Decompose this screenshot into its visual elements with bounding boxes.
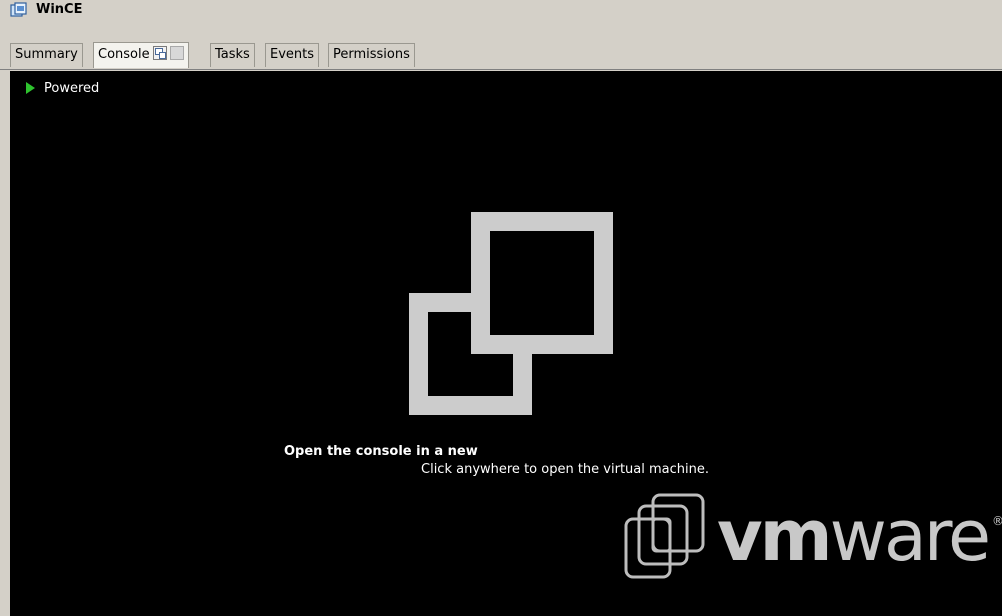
console-heading: Open the console in a new (284, 444, 478, 459)
power-status: Powered (26, 81, 99, 97)
tab-summary[interactable]: Summary (10, 43, 83, 67)
console-area[interactable]: Powered Open the console in a new Click … (10, 71, 1002, 616)
virtual-machine-icon (10, 2, 27, 17)
vmware-wordmark: vmware ® (717, 496, 1002, 576)
tab-console[interactable]: Console (93, 42, 189, 68)
tab-console-label: Console (98, 47, 150, 62)
vmware-mark-icon (624, 493, 705, 579)
play-icon (26, 81, 35, 94)
window-title: WinCE (36, 2, 83, 17)
title-bar: WinCE (0, 0, 1002, 21)
fullscreen-console-icon[interactable] (169, 46, 184, 60)
tab-tasks[interactable]: Tasks (210, 43, 255, 67)
vmware-wordmark-bold: vm (717, 495, 833, 577)
power-status-label: Powered (44, 81, 100, 96)
tab-tasks-label: Tasks (215, 47, 250, 62)
tab-events[interactable]: Events (265, 43, 320, 67)
console-hint: Click anywhere to open the virtual machi… (421, 462, 709, 477)
vmware-logo: vmware ® (617, 492, 1002, 584)
tab-events-label: Events (270, 47, 315, 62)
vmware-wordmark-regular: ware (829, 495, 991, 577)
popout-console-icon[interactable] (152, 46, 167, 60)
open-console-window-icon[interactable] (409, 212, 613, 415)
tab-strip: Summary Console Tasks Events Permissions (0, 21, 1002, 70)
registered-mark: ® (992, 514, 1002, 528)
tab-permissions-label: Permissions (333, 47, 410, 62)
tab-summary-label: Summary (15, 47, 78, 62)
tab-permissions[interactable]: Permissions (328, 43, 415, 67)
